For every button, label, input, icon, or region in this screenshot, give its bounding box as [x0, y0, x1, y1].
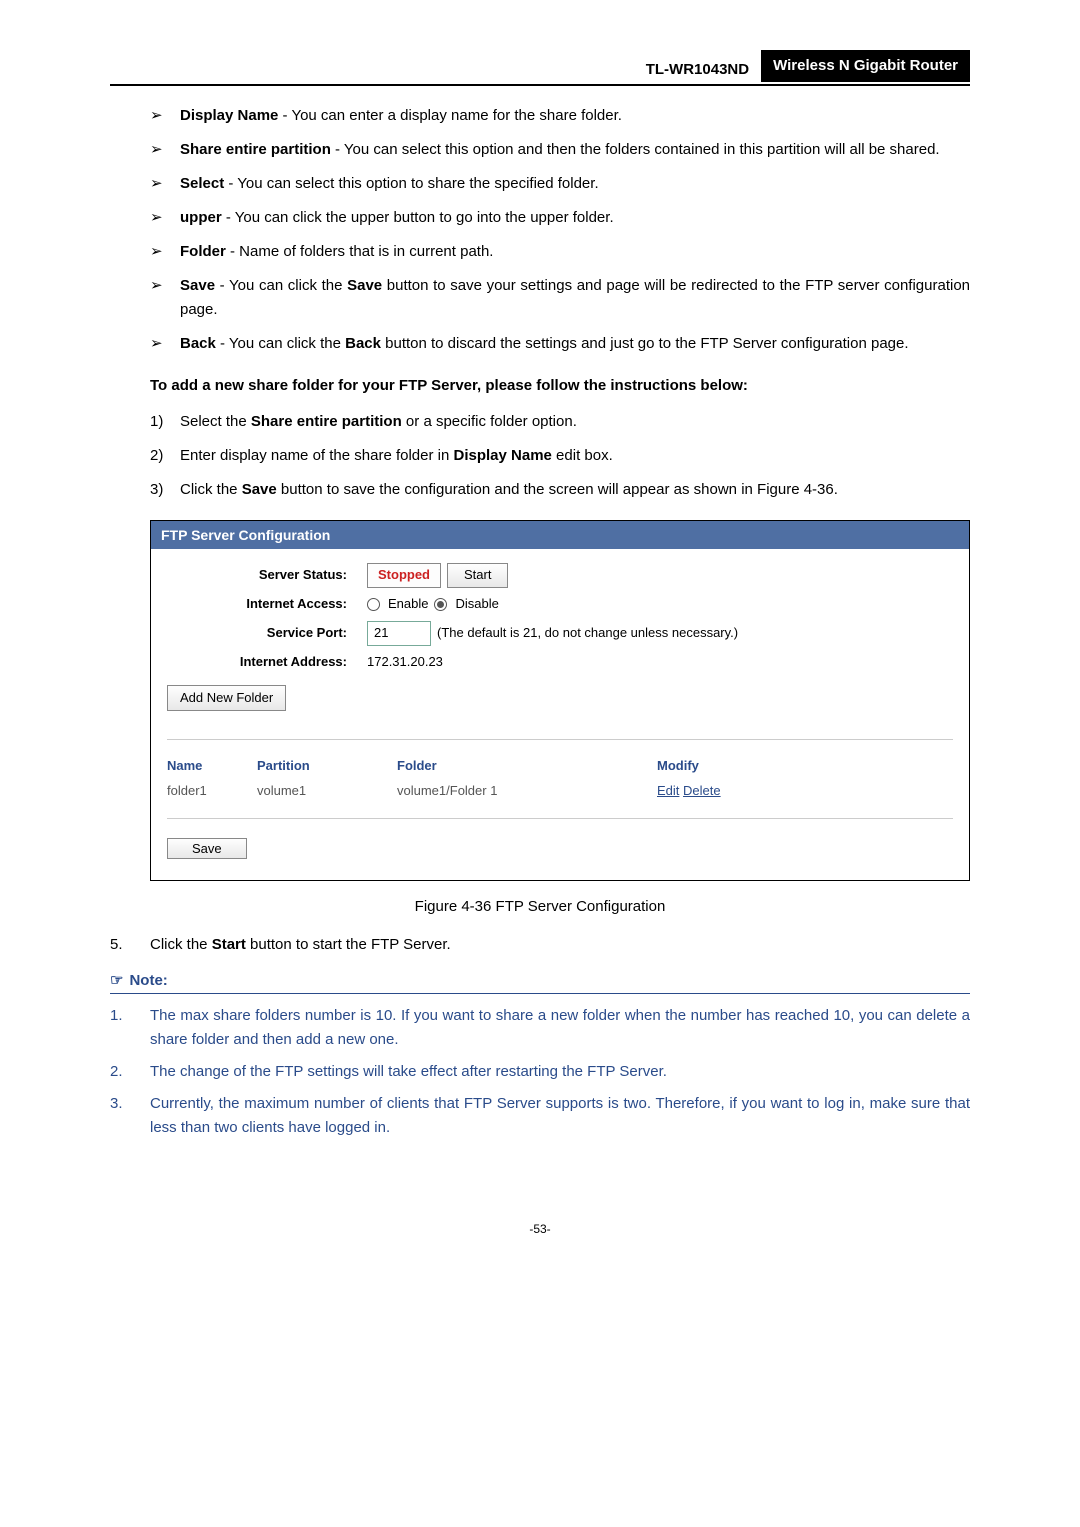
step5-number: 5. [110, 933, 150, 957]
server-status-row: Server Status: Stopped Start [167, 563, 953, 588]
list-item: 1.The max share folders number is 10. If… [110, 1004, 970, 1052]
server-status-label: Server Status: [167, 565, 367, 586]
list-item: Display Name - You can enter a display n… [150, 104, 970, 128]
config-panel-title: FTP Server Configuration [151, 521, 969, 549]
hand-icon: ☞ [110, 972, 123, 989]
list-item: Folder - Name of folders that is in curr… [150, 240, 970, 264]
disable-label: Disable [455, 594, 498, 615]
table-header: Name Partition Folder Modify [167, 754, 953, 779]
add-new-folder-button[interactable]: Add New Folder [167, 685, 286, 712]
list-item: upper - You can click the upper button t… [150, 206, 970, 230]
delete-link[interactable]: Delete [683, 783, 721, 798]
list-item: Save - You can click the Save button to … [150, 274, 970, 322]
feature-bullet-list: Display Name - You can enter a display n… [110, 104, 970, 356]
radio-enable[interactable] [367, 598, 380, 611]
step-5: 5. Click the Start button to start the F… [110, 933, 970, 957]
list-item: Select the Share entire partition or a s… [150, 410, 970, 434]
instruction-heading: To add a new share folder for your FTP S… [150, 374, 970, 398]
config-panel-body: Server Status: Stopped Start Internet Ac… [151, 549, 969, 879]
radio-disable[interactable] [434, 598, 447, 611]
list-item: 3.Currently, the maximum number of clien… [110, 1092, 970, 1140]
list-item: Click the Save button to save the config… [150, 478, 970, 502]
note-divider [110, 993, 970, 994]
model-label: TL-WR1043ND [646, 58, 761, 82]
list-item: Select - You can select this option to s… [150, 172, 970, 196]
list-item: Share entire partition - You can select … [150, 138, 970, 162]
internet-address-value: 172.31.20.23 [367, 652, 443, 673]
cell-name: folder1 [167, 781, 257, 802]
list-item: Back - You can click the Back button to … [150, 332, 970, 356]
ftp-config-screenshot: FTP Server Configuration Server Status: … [150, 520, 970, 881]
col-header-partition: Partition [257, 756, 397, 777]
table-row: folder1 volume1 volume1/Folder 1 Edit De… [167, 779, 953, 804]
port-hint: (The default is 21, do not change unless… [437, 623, 738, 644]
internet-address-row: Internet Address: 172.31.20.23 [167, 652, 953, 673]
enable-label: Enable [388, 594, 428, 615]
port-input[interactable]: 21 [367, 621, 431, 646]
service-port-label: Service Port: [167, 623, 367, 644]
edit-link[interactable]: Edit [657, 783, 679, 798]
divider [167, 739, 953, 740]
status-badge: Stopped [367, 563, 441, 588]
list-item: 2.The change of the FTP settings will ta… [110, 1060, 970, 1084]
cell-partition: volume1 [257, 781, 397, 802]
col-header-modify: Modify [657, 756, 777, 777]
col-header-name: Name [167, 756, 257, 777]
internet-access-label: Internet Access: [167, 594, 367, 615]
internet-access-row: Internet Access: Enable Disable [167, 594, 953, 615]
instruction-steps: Select the Share entire partition or a s… [110, 410, 970, 502]
note-list: 1.The max share folders number is 10. If… [110, 1004, 970, 1140]
save-button[interactable]: Save [167, 838, 247, 859]
cell-folder: volume1/Folder 1 [397, 781, 657, 802]
col-header-folder: Folder [397, 756, 657, 777]
product-label: Wireless N Gigabit Router [761, 50, 970, 82]
internet-address-label: Internet Address: [167, 652, 367, 673]
page-header: TL-WR1043ND Wireless N Gigabit Router [110, 50, 970, 86]
figure-caption: Figure 4-36 FTP Server Configuration [110, 895, 970, 919]
divider [167, 818, 953, 819]
start-button[interactable]: Start [447, 563, 508, 588]
service-port-row: Service Port: 21 (The default is 21, do … [167, 621, 953, 646]
list-item: Enter display name of the share folder i… [150, 444, 970, 468]
page-number: -53- [110, 1220, 970, 1239]
note-heading: ☞Note: [110, 969, 970, 993]
